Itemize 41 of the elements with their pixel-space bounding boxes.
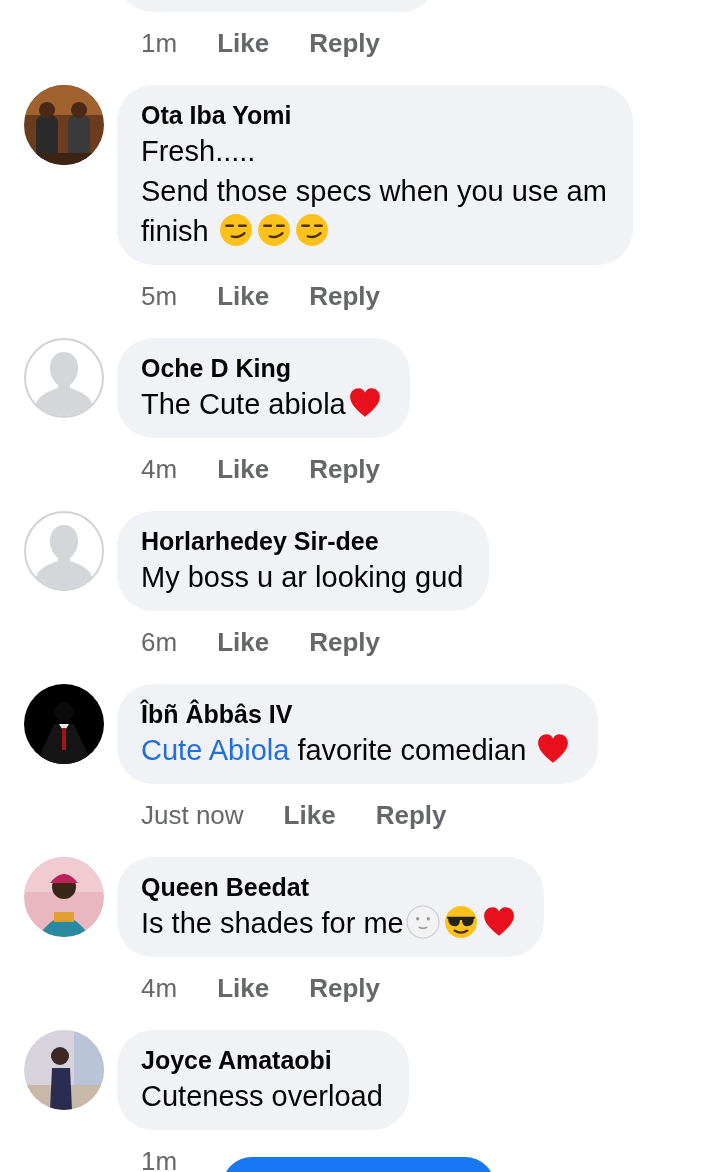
comment-time: 4m: [141, 453, 178, 486]
smirking-face-icon: [256, 213, 291, 247]
comment-time: 5m: [141, 280, 178, 313]
mention-link[interactable]: Cute Abiola: [141, 734, 290, 766]
comment-time: 1m: [141, 1145, 178, 1172]
like-link[interactable]: Like: [217, 450, 270, 488]
author-name[interactable]: Queen Beedat: [141, 871, 518, 903]
author-name[interactable]: Oche D King: [141, 352, 384, 384]
smirking-face-icon: [294, 213, 329, 247]
like-link[interactable]: Like: [217, 277, 270, 315]
comment-text: My boss u ar looking gud: [141, 561, 464, 593]
sunglasses-face-icon: [443, 905, 478, 939]
reply-link[interactable]: Reply: [375, 796, 447, 834]
author-name[interactable]: Ota Iba Yomi: [141, 99, 607, 131]
like-link[interactable]: Like: [217, 969, 270, 1007]
comment-time: 6m: [141, 626, 178, 659]
like-link[interactable]: Like: [217, 24, 270, 62]
comment-text: Cuteness overload: [141, 1080, 383, 1112]
author-name[interactable]: Joyce Amataobi: [141, 1044, 383, 1076]
comment-text: finish: [141, 215, 210, 247]
reply-link[interactable]: Reply: [309, 623, 380, 661]
like-link[interactable]: Like: [217, 623, 270, 661]
avatar-icon: [24, 338, 104, 418]
comment-time: Just now: [141, 799, 244, 832]
moon-face-icon: [405, 905, 440, 939]
author-name[interactable]: Îbñ Âbbâs IV: [141, 698, 573, 730]
avatar-icon: [24, 511, 104, 591]
comment-text: favorite comedian: [296, 734, 528, 766]
reply-link[interactable]: Reply: [309, 969, 380, 1007]
smirking-face-icon: [218, 213, 253, 247]
comment-time: 4m: [141, 972, 178, 1005]
reply-link[interactable]: Reply: [309, 24, 380, 62]
author-name[interactable]: Horlarhedey Sir-dee: [141, 525, 464, 557]
comment-text: Is the shades for me: [141, 907, 404, 939]
like-link[interactable]: Like: [283, 796, 336, 834]
reply-link[interactable]: Reply: [309, 277, 380, 315]
reply-link[interactable]: Reply: [309, 450, 380, 488]
comment-text: The Cute abiola: [141, 388, 346, 420]
comment-text: Send those specs when you use am: [141, 175, 607, 207]
comment-text: Fresh.....: [141, 135, 256, 167]
comment-time: 1m: [141, 27, 178, 60]
